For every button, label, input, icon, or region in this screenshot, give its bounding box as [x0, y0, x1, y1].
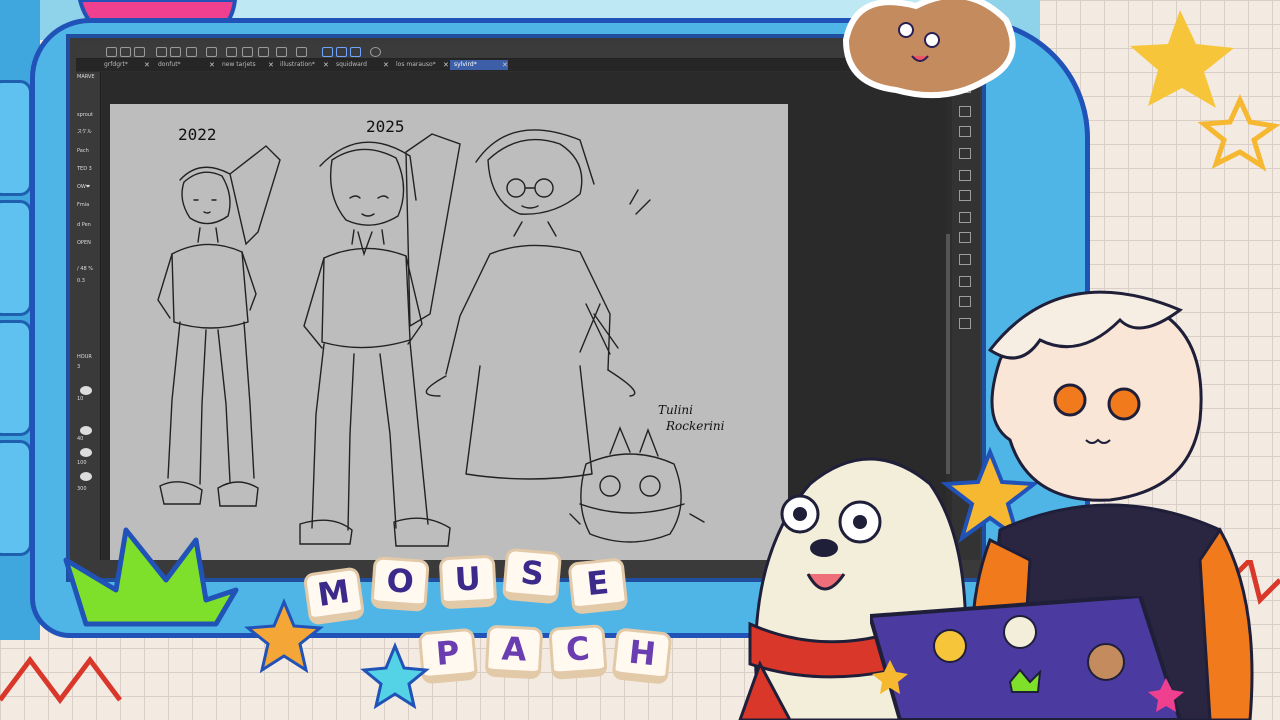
logo-tile: H [611, 627, 673, 685]
logo-tile: U [438, 554, 498, 610]
pencil-tool-icon[interactable] [336, 47, 347, 57]
logo-tile: E [567, 557, 629, 615]
left-decor-pill [0, 440, 32, 556]
tab-close-icon[interactable]: ✕ [383, 60, 389, 70]
orange-star-decoration [244, 598, 324, 674]
brush-size-label: 40 [77, 436, 84, 442]
panel-title: MARVE [77, 74, 95, 80]
brush-size-swatch[interactable] [80, 386, 92, 395]
red-zigzag-decoration [0, 655, 122, 705]
tab-close-icon[interactable]: ✕ [268, 60, 274, 70]
character-name-line2: Rockerini [665, 419, 725, 433]
layer-tool-icon[interactable] [959, 170, 971, 181]
ruler-icon[interactable] [296, 47, 307, 57]
brush-size-label: 300 [77, 486, 87, 492]
grid-icon[interactable] [276, 47, 287, 57]
drawing-tablet [870, 596, 1184, 720]
open-file-icon[interactable] [134, 47, 145, 57]
brush-size-swatch[interactable] [80, 448, 92, 457]
undo-icon[interactable] [156, 47, 167, 57]
help-icon[interactable] [370, 47, 381, 57]
vertical-scrollbar[interactable] [946, 234, 950, 474]
brush-panel-header: HOUR [77, 354, 92, 360]
year-label-2022: 2022 [178, 125, 217, 144]
logo-tile: S [501, 547, 563, 605]
logo-tile: A [484, 624, 544, 680]
layer-panel: MARVE sprout スケル Pach TED 3 OW❤ Fmia d P… [76, 72, 101, 560]
layer-item[interactable]: sprout [77, 112, 99, 118]
brush-size-label: 100 [77, 460, 87, 466]
year-label-2025: 2025 [366, 117, 405, 136]
left-decor-pill [0, 320, 32, 436]
tab-document[interactable]: illustration* [276, 60, 319, 70]
cyan-star-decoration [360, 642, 430, 710]
tab-document-active[interactable]: sylvird* [450, 60, 508, 70]
yellow-star-decoration [1130, 10, 1280, 172]
bear-face-sticker [842, 0, 1016, 99]
tab-close-icon[interactable]: ✕ [443, 60, 449, 70]
logo-tile: O [370, 556, 430, 612]
brush-size-swatch[interactable] [80, 426, 92, 435]
tab-close-icon[interactable]: ✕ [209, 60, 215, 70]
layer-item[interactable]: TED 3 [77, 166, 99, 172]
brush-size-label: 3 [77, 364, 81, 370]
new-file-icon[interactable] [120, 47, 131, 57]
layer-item[interactable]: スケル [77, 128, 99, 135]
layer-tool-icon[interactable] [959, 254, 971, 265]
opacity-readout: 0.3 [77, 278, 85, 284]
layer-tool-icon[interactable] [959, 106, 971, 117]
layer-tool-icon[interactable] [959, 190, 971, 201]
tab-document[interactable]: grfdgrt* [100, 60, 132, 70]
layer-tool-icon[interactable] [959, 148, 971, 159]
tab-close-icon[interactable]: ✕ [144, 60, 150, 70]
sketch-artwork: 2022 2025 Tulini Rockerini [157, 117, 725, 547]
character-name-line1: Tulini [658, 403, 693, 417]
zoom-readout: / 48 % [77, 266, 93, 272]
layer-item[interactable]: Fmia [77, 202, 99, 208]
tab-document[interactable]: donfut* [154, 60, 185, 70]
layer-tool-icon[interactable] [959, 126, 971, 137]
layer-item[interactable]: Pach [77, 148, 99, 154]
tab-document[interactable]: squidward [332, 60, 371, 70]
layer-item[interactable]: OW❤ [77, 184, 99, 190]
redo-icon[interactable] [170, 47, 181, 57]
layer-tool-icon[interactable] [959, 232, 971, 243]
select-icon[interactable] [258, 47, 269, 57]
transform-icon[interactable] [242, 47, 253, 57]
layer-tool-icon[interactable] [959, 212, 971, 223]
tab-document[interactable]: new tarjets [218, 60, 260, 70]
tab-close-icon[interactable]: ✕ [502, 60, 508, 70]
left-decor-pill [0, 200, 32, 316]
layer-item[interactable]: OPEN [77, 240, 99, 246]
left-decor-pill [0, 80, 32, 196]
drawing-canvas[interactable]: 2022 2025 Tulini Rockerini [110, 104, 788, 560]
brush-size-swatch[interactable] [80, 472, 92, 481]
menu-icon[interactable] [106, 47, 117, 57]
logo-tile: C [548, 624, 608, 680]
brush-size-label: 10 [77, 396, 84, 402]
green-crown-decoration [63, 527, 239, 627]
brush-tool-icon[interactable] [350, 47, 361, 57]
fill-icon[interactable] [226, 47, 237, 57]
tab-close-icon[interactable]: ✕ [323, 60, 329, 70]
pen-tool-icon[interactable] [322, 47, 333, 57]
save-icon[interactable] [186, 47, 197, 57]
tab-document[interactable]: los marauso* [392, 60, 440, 70]
layer-item[interactable]: d Pen [77, 222, 99, 228]
clear-icon[interactable] [206, 47, 217, 57]
